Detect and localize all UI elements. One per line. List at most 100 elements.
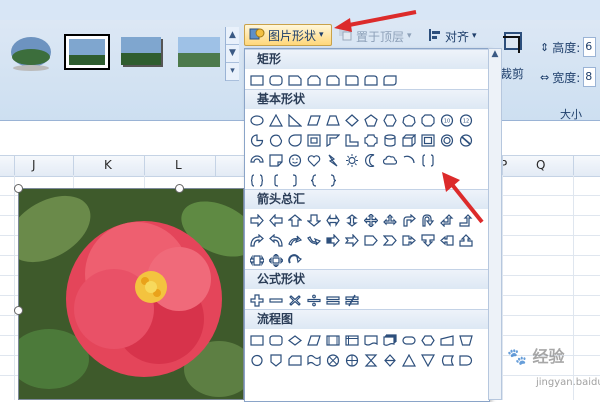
cube-shape-icon[interactable] (401, 133, 417, 147)
round2-rect-shape-icon[interactable] (363, 73, 379, 87)
not-equal-shape-icon[interactable] (344, 293, 360, 307)
gallery-up-icon[interactable]: ▲ (226, 27, 239, 45)
resize-handle-mid-left[interactable] (14, 306, 23, 315)
offpage-shape-icon[interactable] (268, 353, 284, 367)
quad-arrow-shape-icon[interactable] (363, 213, 379, 227)
bevel-shape-icon[interactable] (420, 133, 436, 147)
multiply-shape-icon[interactable] (287, 293, 303, 307)
chord-shape-icon[interactable] (268, 133, 284, 147)
column-header-j[interactable]: J (32, 158, 36, 172)
right-bracket-shape-icon[interactable] (287, 173, 303, 187)
round1-rect-shape-icon[interactable] (344, 73, 360, 87)
picture-style-black-frame[interactable] (64, 33, 110, 73)
left-bracket-shape-icon[interactable] (268, 173, 284, 187)
frame-shape-icon[interactable] (306, 133, 322, 147)
multidocument-shape-icon[interactable] (382, 333, 398, 347)
curved-up-shape-icon[interactable] (287, 233, 303, 247)
picture-shape-button[interactable]: 图片形状 ▾ (244, 24, 332, 46)
pentagon-shape-icon[interactable] (363, 113, 379, 127)
cloud-shape-icon[interactable] (382, 153, 398, 167)
notched-right-shape-icon[interactable] (344, 233, 360, 247)
align-button[interactable]: 对齐 ▾ (428, 26, 490, 46)
equal-shape-icon[interactable] (325, 293, 341, 307)
manual-operation-shape-icon[interactable] (458, 333, 474, 347)
internal-storage-shape-icon[interactable] (344, 333, 360, 347)
heptagon-shape-icon[interactable] (401, 113, 417, 127)
u-turn-arrow-shape-icon[interactable] (420, 213, 436, 227)
down-arrow-shape-icon[interactable] (306, 213, 322, 227)
extract-shape-icon[interactable] (401, 353, 417, 367)
up-arrow-shape-icon[interactable] (287, 213, 303, 227)
right-arrow-shape-icon[interactable] (249, 213, 265, 227)
quad-callout-shape-icon[interactable] (268, 253, 284, 267)
stored-data-shape-icon[interactable] (439, 353, 455, 367)
parallelogram-shape-icon[interactable] (306, 113, 322, 127)
punched-tape-shape-icon[interactable] (306, 353, 322, 367)
left-right-callout-shape-icon[interactable] (249, 253, 265, 267)
left-right-up-arrow-shape-icon[interactable] (382, 213, 398, 227)
right-triangle-shape-icon[interactable] (287, 113, 303, 127)
left-brace-shape-icon[interactable] (306, 173, 322, 187)
corner-shape-icon[interactable] (344, 133, 360, 147)
alt-process-shape-icon[interactable] (268, 333, 284, 347)
curved-right-shape-icon[interactable] (249, 233, 265, 247)
terminator-shape-icon[interactable] (401, 333, 417, 347)
pentagon-arrow-shape-icon[interactable] (363, 233, 379, 247)
plaque-shape-icon[interactable] (363, 133, 379, 147)
triangle-shape-icon[interactable] (268, 113, 284, 127)
gallery-down-icon[interactable]: ▼ (226, 45, 239, 63)
dodecagon-shape-icon[interactable]: 12 (458, 113, 474, 127)
folded-corner-shape-icon[interactable] (268, 153, 284, 167)
column-header-k[interactable]: K (104, 158, 112, 172)
diamond-shape-icon[interactable] (344, 113, 360, 127)
or-shape-icon[interactable] (344, 353, 360, 367)
manual-input-shape-icon[interactable] (439, 333, 455, 347)
predefined-shape-icon[interactable] (325, 333, 341, 347)
plus-shape-icon[interactable] (249, 293, 265, 307)
bent-arrow-shape-icon[interactable] (401, 213, 417, 227)
delay-shape-icon[interactable] (458, 353, 474, 367)
sun-shape-icon[interactable] (344, 153, 360, 167)
column-header-l[interactable]: L (175, 158, 182, 172)
connector-shape-icon[interactable] (249, 353, 265, 367)
flower-picture[interactable] (18, 188, 244, 400)
data-shape-icon[interactable] (306, 333, 322, 347)
height-input[interactable]: 6 (583, 37, 597, 57)
left-right-arrow-shape-icon[interactable] (325, 213, 341, 227)
up-down-arrow-shape-icon[interactable] (344, 213, 360, 227)
sort-shape-icon[interactable] (382, 353, 398, 367)
scroll-up-icon[interactable]: ▲ (489, 49, 501, 65)
card-shape-icon[interactable] (287, 353, 303, 367)
rounded-rect-shape-icon[interactable] (268, 73, 284, 87)
oval-shape-icon[interactable] (249, 113, 265, 127)
donut-shape-icon[interactable] (439, 133, 455, 147)
no-symbol-shape-icon[interactable] (458, 133, 474, 147)
chevron-shape-icon[interactable] (382, 233, 398, 247)
octagon-shape-icon[interactable] (420, 113, 436, 127)
snip2-rect-shape-icon[interactable] (306, 73, 322, 87)
left-arrow-shape-icon[interactable] (268, 213, 284, 227)
trapezoid-shape-icon[interactable] (325, 113, 341, 127)
picture-style-soft-edge[interactable] (176, 33, 222, 73)
decision-shape-icon[interactable] (287, 333, 303, 347)
curved-down-shape-icon[interactable] (306, 233, 322, 247)
merge-shape-icon[interactable] (420, 353, 436, 367)
snip-rect-shape-icon[interactable] (287, 73, 303, 87)
crop-button[interactable]: 裁剪 (500, 30, 536, 90)
can-shape-icon[interactable] (382, 133, 398, 147)
snip-round-rect-shape-icon[interactable] (325, 73, 341, 87)
decagon-shape-icon[interactable]: 10 (439, 113, 455, 127)
double-bracket-shape-icon[interactable] (420, 153, 436, 167)
smiley-shape-icon[interactable] (287, 153, 303, 167)
gallery-more-icon[interactable]: ▾ (226, 63, 239, 81)
block-arc-shape-icon[interactable] (249, 153, 265, 167)
rect-shape-icon[interactable] (249, 73, 265, 87)
heart-shape-icon[interactable] (306, 153, 322, 167)
process-shape-icon[interactable] (249, 333, 265, 347)
right-brace-shape-icon[interactable] (325, 173, 341, 187)
summing-shape-icon[interactable] (325, 353, 341, 367)
preparation-shape-icon[interactable] (420, 333, 436, 347)
double-brace-shape-icon[interactable] (249, 173, 265, 187)
pie-shape-icon[interactable] (249, 133, 265, 147)
lightning-shape-icon[interactable] (325, 153, 341, 167)
